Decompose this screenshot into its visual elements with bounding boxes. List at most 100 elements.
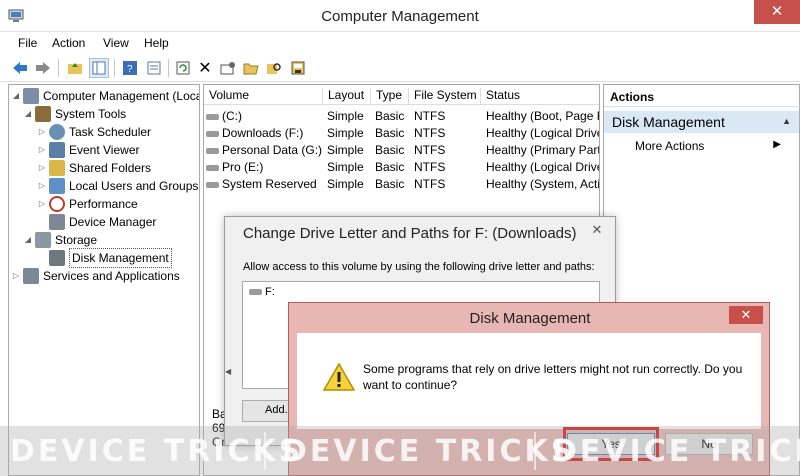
storage-icon <box>35 232 51 248</box>
menu-view[interactable]: View <box>103 36 129 50</box>
column-layout[interactable]: Layout <box>322 88 364 104</box>
volume-status: Healthy (Logical Drive <box>486 160 600 174</box>
tree-item-task-scheduler[interactable]: ▷ Task Scheduler <box>37 123 151 141</box>
collapsed-arrow-icon[interactable]: ▷ <box>37 141 47 159</box>
volume-row[interactable]: System Reserved Simple Basic NTFS Health… <box>204 175 600 192</box>
tree-item-local-users[interactable]: ▷ Local Users and Groups <box>37 177 198 195</box>
dialog-title: Change Drive Letter and Paths for F: (Do… <box>243 225 577 242</box>
collapsed-arrow-icon[interactable]: ▷ <box>11 267 21 285</box>
volume-status: Healthy (Primary Part <box>486 143 600 157</box>
volume-name: Pro (E:) <box>222 160 264 174</box>
performance-icon <box>49 196 65 212</box>
menu-action[interactable]: Action <box>52 36 85 50</box>
menu-help[interactable]: Help <box>144 36 169 50</box>
device-manager-icon <box>49 214 65 230</box>
forward-icon[interactable] <box>33 58 53 78</box>
volume-fs: NTFS <box>414 126 446 140</box>
window-close-button[interactable]: ✕ <box>754 0 800 24</box>
toolbar-separator <box>168 59 169 77</box>
tree-item-shared-folders[interactable]: ▷ Shared Folders <box>37 159 151 177</box>
tree-item-event-viewer[interactable]: ▷ Event Viewer <box>37 141 139 159</box>
no-button[interactable]: No <box>665 433 753 455</box>
settings-icon[interactable] <box>218 58 238 78</box>
actions-header: Actions <box>604 85 800 107</box>
volume-layout: Simple <box>327 109 364 123</box>
warning-icon <box>323 363 355 391</box>
dialog-title: Disk Management <box>469 310 591 327</box>
volume-name: Personal Data (G:) <box>222 143 323 157</box>
tree-item-label: Device Manager <box>69 215 157 229</box>
tools-icon <box>35 106 51 122</box>
volume-type: Basic <box>375 126 405 140</box>
collapsed-arrow-icon[interactable]: ▷ <box>37 159 47 177</box>
tree-item-system-tools[interactable]: ◢ System Tools <box>23 105 126 123</box>
collapse-up-icon[interactable]: ▲ <box>782 116 791 126</box>
tree-item-performance[interactable]: ▷ Performance <box>37 195 138 213</box>
actions-group-label: Disk Management <box>612 114 725 130</box>
services-icon <box>23 268 39 284</box>
dialog-close-button[interactable]: ✕ <box>729 306 763 324</box>
tree-item-label: Storage <box>55 233 98 247</box>
volume-row[interactable]: Pro (E:) Simple Basic NTFS Healthy (Logi… <box>204 158 600 175</box>
disk-properties-icon[interactable] <box>288 58 308 78</box>
scroll-left-icon[interactable]: ◀ <box>225 367 231 376</box>
volume-list-header: Volume Layout Type File System Status <box>204 85 599 105</box>
column-file-system[interactable]: File System <box>408 88 477 104</box>
menu-bar: File Action View Help <box>0 32 800 54</box>
tree-item-services-applications[interactable]: ▷ Services and Applications <box>11 267 180 285</box>
collapsed-arrow-icon[interactable]: ▷ <box>37 177 47 195</box>
actions-group-disk-management[interactable]: Disk Management ▲ <box>604 111 799 133</box>
column-type[interactable]: Type <box>370 88 402 104</box>
tree-item-computer-management[interactable]: ◢ Computer Management (Local <box>11 87 199 105</box>
drive-icon <box>206 181 219 188</box>
volume-status: Healthy (Boot, Page F <box>486 109 600 123</box>
expanded-arrow-icon[interactable]: ◢ <box>11 87 21 105</box>
column-volume[interactable]: Volume <box>204 88 249 104</box>
help-icon[interactable]: ? <box>120 58 140 78</box>
volume-status: Healthy (System, Acti <box>486 177 600 191</box>
disk-management-icon <box>49 250 65 266</box>
volume-fs: NTFS <box>414 109 446 123</box>
volume-type: Basic <box>375 143 405 157</box>
dialog-instruction: Allow access to this volume by using the… <box>243 261 595 273</box>
tree-item-label: Event Viewer <box>69 143 140 157</box>
up-folder-icon[interactable] <box>65 58 85 78</box>
expanded-arrow-icon[interactable]: ◢ <box>23 105 33 123</box>
expanded-arrow-icon[interactable]: ◢ <box>23 231 33 249</box>
volume-type: Basic <box>375 109 405 123</box>
volume-name: Downloads (F:) <box>222 126 304 140</box>
window-title: Computer Management <box>321 8 479 25</box>
volume-row[interactable]: Personal Data (G:) Simple Basic NTFS Hea… <box>204 141 600 158</box>
column-status[interactable]: Status <box>480 88 520 104</box>
show-hide-tree-icon[interactable] <box>89 58 109 78</box>
tree-item-storage[interactable]: ◢ Storage <box>23 231 97 249</box>
collapsed-arrow-icon[interactable]: ▷ <box>37 123 47 141</box>
drive-icon <box>206 164 219 171</box>
drive-icon <box>206 147 219 154</box>
dialog-close-button[interactable]: ✕ <box>585 221 609 239</box>
more-actions-item[interactable]: More Actions <box>635 139 704 153</box>
tree-item-device-manager[interactable]: Device Manager <box>49 213 156 231</box>
collapsed-arrow-icon[interactable]: ▷ <box>37 195 47 213</box>
delete-icon[interactable]: ✕ <box>195 58 215 78</box>
drive-icon <box>249 289 262 296</box>
toolbar: ? ✕ <box>0 54 800 82</box>
drive-path-entry[interactable]: F: <box>249 286 275 298</box>
open-folder-icon[interactable] <box>241 58 261 78</box>
refresh-icon[interactable] <box>173 58 193 78</box>
yes-button[interactable]: Yes <box>567 433 655 455</box>
volume-row[interactable]: (C:) Simple Basic NTFS Healthy (Boot, Pa… <box>204 107 600 124</box>
back-icon[interactable] <box>10 58 30 78</box>
volume-row[interactable]: Downloads (F:) Simple Basic NTFS Healthy… <box>204 124 599 141</box>
volume-type: Basic <box>375 160 405 174</box>
menu-file[interactable]: File <box>18 36 37 50</box>
svg-text:?: ? <box>127 64 133 75</box>
search-icon[interactable] <box>264 58 284 78</box>
properties-icon[interactable] <box>144 58 164 78</box>
volume-fs: NTFS <box>414 177 446 191</box>
tree-item-label: Local Users and Groups <box>69 179 199 193</box>
volume-name: System Reserved <box>222 177 317 191</box>
volume-layout: Simple <box>327 177 364 191</box>
disk-management-confirm-dialog: Disk Management ✕ Some programs that rel… <box>288 302 770 476</box>
tree-item-disk-management[interactable]: Disk Management <box>49 248 172 268</box>
